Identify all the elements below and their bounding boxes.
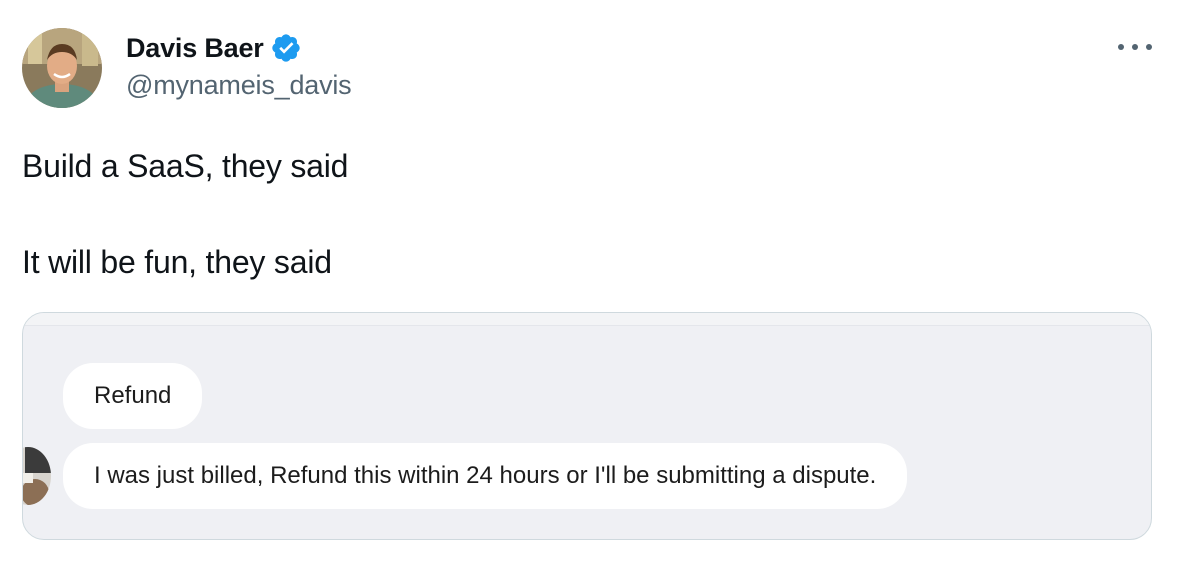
verified-badge-icon[interactable] [270, 32, 302, 64]
author-avatar[interactable] [22, 28, 102, 108]
dot [1118, 44, 1124, 50]
chat-message-bubble: I was just billed, Refund this within 24… [63, 443, 908, 509]
author-name-row[interactable]: Davis Baer [126, 30, 302, 66]
chat-subject-bubble: Refund [63, 363, 203, 429]
tweet-media-image[interactable]: Refund I was just billed, Refund this wi… [22, 312, 1152, 540]
author-display-name[interactable]: Davis Baer [126, 33, 264, 64]
sender-avatar [23, 447, 51, 505]
dot [1132, 44, 1138, 50]
tweet-text-line: Build a SaaS, they said [22, 148, 349, 184]
media-top-bar [23, 313, 1151, 326]
tweet-text-line: It will be fun, they said [22, 244, 332, 280]
more-horizontal-icon[interactable] [1118, 36, 1152, 58]
author-handle[interactable]: @mynameis_davis [126, 70, 352, 101]
tweet: Davis Baer @mynameis_davis Build a SaaS,… [0, 0, 1182, 564]
dot [1146, 44, 1152, 50]
